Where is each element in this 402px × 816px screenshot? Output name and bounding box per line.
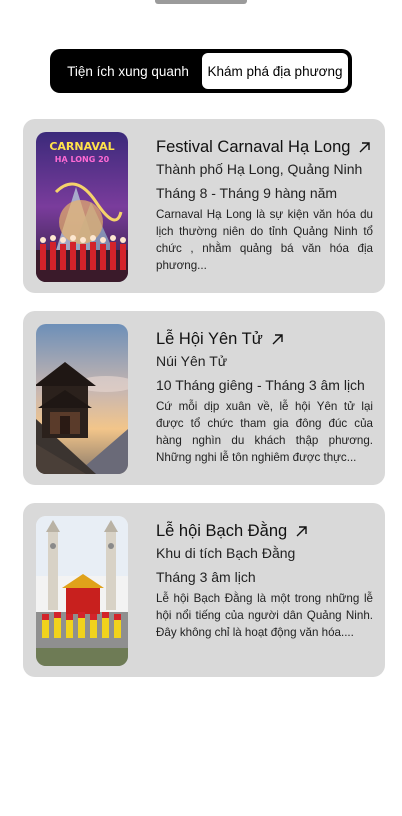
tab-explore-local[interactable]: Khám phá địa phương [202, 53, 348, 89]
arrow-up-right-icon[interactable] [271, 333, 284, 346]
event-description: Lễ hội Bạch Đằng là một trong những lễ h… [156, 592, 373, 639]
event-title[interactable]: Festival Carnaval Hạ Long [156, 138, 350, 157]
event-time: 10 Tháng giêng - Tháng 3 âm lịch [156, 377, 365, 393]
event-card-carnaval[interactable]: CARNAVAL HẠ LONG 20 Festival Carnaval Hạ… [23, 119, 385, 293]
arrow-up-right-icon[interactable] [358, 141, 371, 154]
event-card-bach-dang[interactable]: Lễ hội Bạch Đằng Khu di tích Bạch Đằng T… [23, 503, 385, 677]
event-time: Tháng 8 - Tháng 9 hàng năm [156, 185, 338, 201]
svg-text:HẠ LONG 20: HẠ LONG 20 [55, 155, 110, 164]
event-title[interactable]: Lễ Hội Yên Tử [156, 330, 263, 349]
event-location: Thành phố Hạ Long, Quảng Ninh [156, 161, 363, 177]
sheet-grabber-handle[interactable] [155, 0, 247, 4]
event-image-bach-dang [36, 516, 128, 666]
carnaval-logo-text: CARNAVAL [49, 140, 114, 153]
event-card-yen-tu[interactable]: Lễ Hội Yên Tử Núi Yên Tử 10 Tháng giêng … [23, 311, 385, 485]
event-location: Khu di tích Bạch Đằng [156, 545, 296, 561]
tab-nearby-utilities[interactable]: Tiện ích xung quanh [54, 53, 202, 89]
arrow-up-right-icon[interactable] [295, 525, 308, 538]
tab-switcher: Tiện ích xung quanh Khám phá địa phương [50, 49, 352, 93]
event-image-yen-tu [36, 324, 128, 474]
event-time: Tháng 3 âm lịch [156, 569, 256, 585]
event-description: Carnaval Hạ Long là sự kiện văn hóa du l… [156, 208, 373, 272]
event-description: Cứ mỗi dịp xuân về, lễ hội Yên tử lại đư… [156, 400, 373, 464]
event-location: Núi Yên Tử [156, 353, 228, 369]
event-image-carnaval: CARNAVAL HẠ LONG 20 [36, 132, 128, 282]
event-title[interactable]: Lễ hội Bạch Đằng [156, 522, 287, 541]
